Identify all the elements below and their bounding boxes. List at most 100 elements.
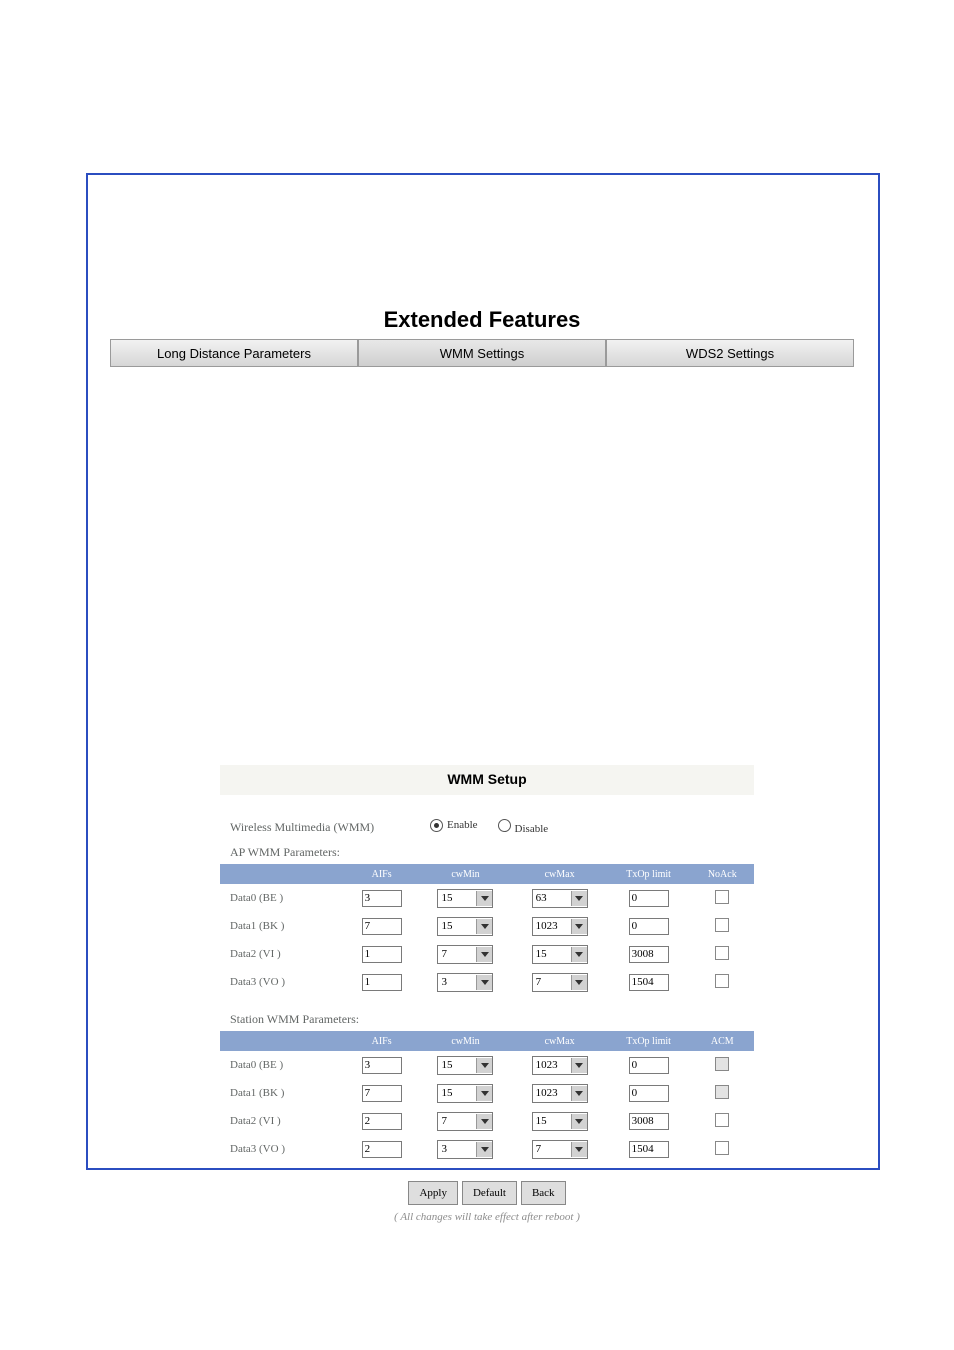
th-cwmin: cwMin (418, 864, 512, 884)
cwmax-select[interactable]: 1023 (532, 917, 588, 936)
cwmin-select[interactable]: 7 (437, 945, 493, 964)
chevron-down-icon (571, 1058, 587, 1073)
cwmax-select[interactable]: 15 (532, 1112, 588, 1131)
chevron-down-icon (476, 1142, 492, 1157)
cwmin-select[interactable]: 3 (437, 973, 493, 992)
select-value: 7 (438, 948, 476, 960)
select-value: 15 (533, 1115, 571, 1127)
acm-checkbox[interactable] (715, 1085, 729, 1099)
enable-text: Enable (447, 819, 478, 831)
table-row: Data0 (BE ) 15 1023 (220, 1051, 754, 1079)
select-value: 7 (533, 976, 571, 988)
cwmin-select[interactable]: 15 (437, 1056, 493, 1075)
chevron-down-icon (476, 1114, 492, 1129)
chevron-down-icon (571, 1086, 587, 1101)
th-blank (220, 864, 345, 884)
txop-input[interactable] (629, 1113, 669, 1130)
content-frame: Extended Features Long Distance Paramete… (86, 173, 880, 1170)
table-row: Data1 (BK ) 15 1023 (220, 912, 754, 940)
radio-dot-icon (430, 819, 443, 832)
row-label: Data1 (BK ) (220, 1079, 345, 1107)
chevron-down-icon (476, 1058, 492, 1073)
table-header-row: AIFs cwMin cwMax TxOp limit ACM (220, 1031, 754, 1051)
select-value: 15 (438, 1059, 476, 1071)
noack-checkbox[interactable] (715, 890, 729, 904)
default-button[interactable]: Default (462, 1181, 517, 1205)
noack-checkbox[interactable] (715, 918, 729, 932)
cwmin-select[interactable]: 7 (437, 1112, 493, 1131)
cwmin-select[interactable]: 15 (437, 889, 493, 908)
select-value: 63 (533, 892, 571, 904)
aifs-input[interactable] (362, 890, 402, 907)
select-value: 1023 (533, 920, 571, 932)
aifs-input[interactable] (362, 1141, 402, 1158)
back-button[interactable]: Back (521, 1181, 566, 1205)
tab-long-distance[interactable]: Long Distance Parameters (110, 339, 358, 367)
cwmax-select[interactable]: 7 (532, 1140, 588, 1159)
tab-wds2-settings[interactable]: WDS2 Settings (606, 339, 854, 367)
select-value: 7 (438, 1115, 476, 1127)
noack-checkbox[interactable] (715, 974, 729, 988)
aifs-input[interactable] (362, 946, 402, 963)
txop-input[interactable] (629, 1141, 669, 1158)
acm-checkbox[interactable] (715, 1141, 729, 1155)
th-txop: TxOp limit (607, 864, 691, 884)
th-aifs: AIFs (345, 1031, 419, 1051)
row-label: Data0 (BE ) (220, 884, 345, 912)
cwmax-select[interactable]: 1023 (532, 1056, 588, 1075)
table-row: Data3 (VO ) 3 7 (220, 968, 754, 996)
aifs-input[interactable] (362, 974, 402, 991)
cwmin-select[interactable]: 15 (437, 917, 493, 936)
cwmin-select[interactable]: 15 (437, 1084, 493, 1103)
aifs-input[interactable] (362, 918, 402, 935)
radio-dot-icon (498, 819, 511, 832)
select-value: 15 (438, 920, 476, 932)
aifs-input[interactable] (362, 1057, 402, 1074)
table-row: Data0 (BE ) 15 63 (220, 884, 754, 912)
features-title: Extended Features (110, 307, 854, 333)
ap-section-label: AP WMM Parameters: (230, 845, 754, 860)
chevron-down-icon (476, 891, 492, 906)
row-label: Data3 (VO ) (220, 1135, 345, 1163)
apply-button[interactable]: Apply (408, 1181, 458, 1205)
chevron-down-icon (476, 1086, 492, 1101)
txop-input[interactable] (629, 946, 669, 963)
cwmax-select[interactable]: 1023 (532, 1084, 588, 1103)
txop-input[interactable] (629, 918, 669, 935)
txop-input[interactable] (629, 1085, 669, 1102)
th-cwmax: cwMax (513, 1031, 607, 1051)
table-header-row: AIFs cwMin cwMax TxOp limit NoAck (220, 864, 754, 884)
txop-input[interactable] (629, 1057, 669, 1074)
chevron-down-icon (571, 919, 587, 934)
select-value: 1023 (533, 1087, 571, 1099)
th-noack: NoAck (691, 864, 754, 884)
aifs-input[interactable] (362, 1085, 402, 1102)
chevron-down-icon (571, 891, 587, 906)
cwmax-select[interactable]: 15 (532, 945, 588, 964)
chevron-down-icon (571, 975, 587, 990)
button-bar: Apply Default Back (220, 1181, 754, 1205)
row-label: Data0 (BE ) (220, 1051, 345, 1079)
txop-input[interactable] (629, 890, 669, 907)
select-value: 15 (438, 892, 476, 904)
acm-checkbox[interactable] (715, 1113, 729, 1127)
row-label: Data2 (VI ) (220, 1107, 345, 1135)
aifs-input[interactable] (362, 1113, 402, 1130)
cwmax-select[interactable]: 63 (532, 889, 588, 908)
acm-checkbox[interactable] (715, 1057, 729, 1071)
radio-enable[interactable]: Enable (430, 819, 478, 835)
cwmin-select[interactable]: 3 (437, 1140, 493, 1159)
panel-title: WMM Setup (220, 765, 754, 795)
radio-disable[interactable]: Disable (498, 819, 549, 835)
tab-wmm-settings[interactable]: WMM Settings (358, 339, 606, 367)
txop-input[interactable] (629, 974, 669, 991)
table-row: Data1 (BK ) 15 1023 (220, 1079, 754, 1107)
row-label: Data1 (BK ) (220, 912, 345, 940)
th-blank (220, 1031, 345, 1051)
th-acm: ACM (691, 1031, 754, 1051)
select-value: 3 (438, 1143, 476, 1155)
chevron-down-icon (571, 1114, 587, 1129)
noack-checkbox[interactable] (715, 946, 729, 960)
row-label: Data2 (VI ) (220, 940, 345, 968)
cwmax-select[interactable]: 7 (532, 973, 588, 992)
